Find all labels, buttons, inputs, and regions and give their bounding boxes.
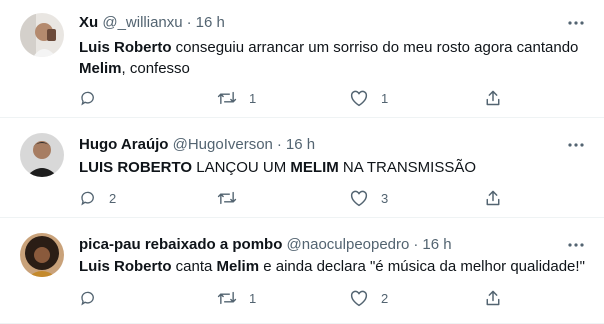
bold-mention: LUIS ROBERTO	[79, 159, 193, 176]
bold-mention: MELIM	[290, 159, 339, 176]
avatar[interactable]	[20, 233, 64, 277]
retweet-count: 1	[249, 90, 257, 106]
timestamp[interactable]: 16 h	[422, 236, 451, 253]
text-fragment: canta	[171, 258, 217, 275]
more-icon	[568, 143, 584, 147]
display-name[interactable]: Hugo Araújo	[79, 136, 168, 153]
bold-mention: Melim	[216, 258, 260, 275]
more-icon	[568, 21, 584, 25]
tweet-feed: Xu @_willianxu · 16 h Luis Roberto consegu…	[0, 0, 604, 324]
username[interactable]: @HugoIverson	[173, 136, 273, 153]
retweet-button[interactable]	[217, 188, 257, 208]
bold-mention: Luis Roberto	[79, 39, 172, 56]
like-count: 3	[381, 190, 389, 206]
text-fragment: conseguiu arrancar um sorriso do meu ros…	[171, 39, 579, 56]
username[interactable]: @naoculpeopedro	[287, 236, 410, 253]
like-icon	[350, 190, 368, 207]
retweet-icon	[217, 91, 237, 105]
text-fragment: e ainda declara "é música da melhor qual…	[259, 258, 585, 275]
tweet-header: pica-pau rebaixado a pombo @naoculpeoped…	[79, 235, 452, 254]
reply-button[interactable]	[79, 88, 117, 108]
tweet-text: Luis Roberto conseguiu arrancar um sorri…	[79, 37, 584, 79]
retweet-count: 1	[249, 290, 257, 306]
share-icon	[486, 90, 500, 106]
separator: ·	[276, 136, 282, 153]
tweet[interactable]: Hugo Araújo @HugoIverson · 16 h LUIS ROBER…	[0, 118, 604, 218]
like-button[interactable]: 2	[349, 288, 389, 308]
separator: ·	[413, 236, 419, 253]
tweet-actions: 1 1	[79, 88, 514, 108]
retweet-button[interactable]: 1	[217, 88, 257, 108]
tweet-actions: 1 2	[79, 288, 514, 308]
reply-button[interactable]	[79, 288, 117, 308]
bold-mention: Melim	[79, 60, 122, 77]
like-button[interactable]: 1	[349, 88, 389, 108]
bold-mention: Luis Roberto	[79, 258, 172, 275]
reply-count: 2	[109, 190, 117, 206]
reply-button[interactable]: 2	[79, 188, 117, 208]
more-icon	[568, 243, 584, 247]
display-name[interactable]: pica-pau rebaixado a pombo	[79, 236, 282, 253]
timestamp[interactable]: 16 h	[286, 136, 315, 153]
avatar[interactable]	[20, 13, 64, 57]
username[interactable]: @_willianxu	[102, 14, 182, 31]
tweet-header: Xu @_willianxu · 16 h	[79, 13, 225, 32]
like-count: 1	[381, 90, 389, 106]
reply-icon	[81, 191, 94, 206]
share-button[interactable]	[484, 188, 502, 208]
display-name[interactable]: Xu	[79, 14, 98, 31]
tweet-text: LUIS ROBERTO LANÇOU UM MELIM NA TRANSMIS…	[79, 157, 584, 178]
tweet-actions: 2 3	[79, 188, 514, 208]
share-icon	[486, 290, 500, 306]
tweet-header: Hugo Araújo @HugoIverson · 16 h	[79, 135, 315, 154]
like-count: 2	[381, 290, 389, 306]
tweet[interactable]: pica-pau rebaixado a pombo @naoculpeoped…	[0, 218, 604, 324]
tweet[interactable]: Xu @_willianxu · 16 h Luis Roberto consegu…	[0, 0, 604, 118]
more-button[interactable]	[566, 235, 586, 255]
more-button[interactable]	[566, 135, 586, 155]
share-button[interactable]	[484, 288, 502, 308]
tweet-text: Luis Roberto canta Melim e ainda declara…	[79, 256, 585, 277]
reply-icon	[81, 91, 94, 106]
separator: ·	[186, 14, 192, 31]
timestamp[interactable]: 16 h	[196, 14, 225, 31]
retweet-icon	[217, 191, 237, 205]
like-button[interactable]: 3	[349, 188, 389, 208]
more-button[interactable]	[566, 13, 586, 33]
like-icon	[350, 90, 368, 107]
share-button[interactable]	[484, 88, 502, 108]
text-fragment: , confesso	[121, 60, 190, 77]
tweet-text-line: Luis Roberto canta Melim e ainda declara…	[79, 256, 585, 277]
share-icon	[486, 190, 500, 206]
text-fragment: NA TRANSMISSÃO	[338, 159, 477, 176]
tweet-text-line: Melim, confesso	[79, 58, 584, 79]
retweet-button[interactable]: 1	[217, 288, 257, 308]
avatar[interactable]	[20, 133, 64, 177]
text-fragment: LANÇOU UM	[192, 159, 291, 176]
tweet-text-line: Luis Roberto conseguiu arrancar um sorri…	[79, 37, 584, 58]
reply-icon	[81, 291, 94, 306]
retweet-icon	[217, 291, 237, 305]
tweet-text-line: LUIS ROBERTO LANÇOU UM MELIM NA TRANSMIS…	[79, 157, 584, 178]
like-icon	[350, 290, 368, 307]
